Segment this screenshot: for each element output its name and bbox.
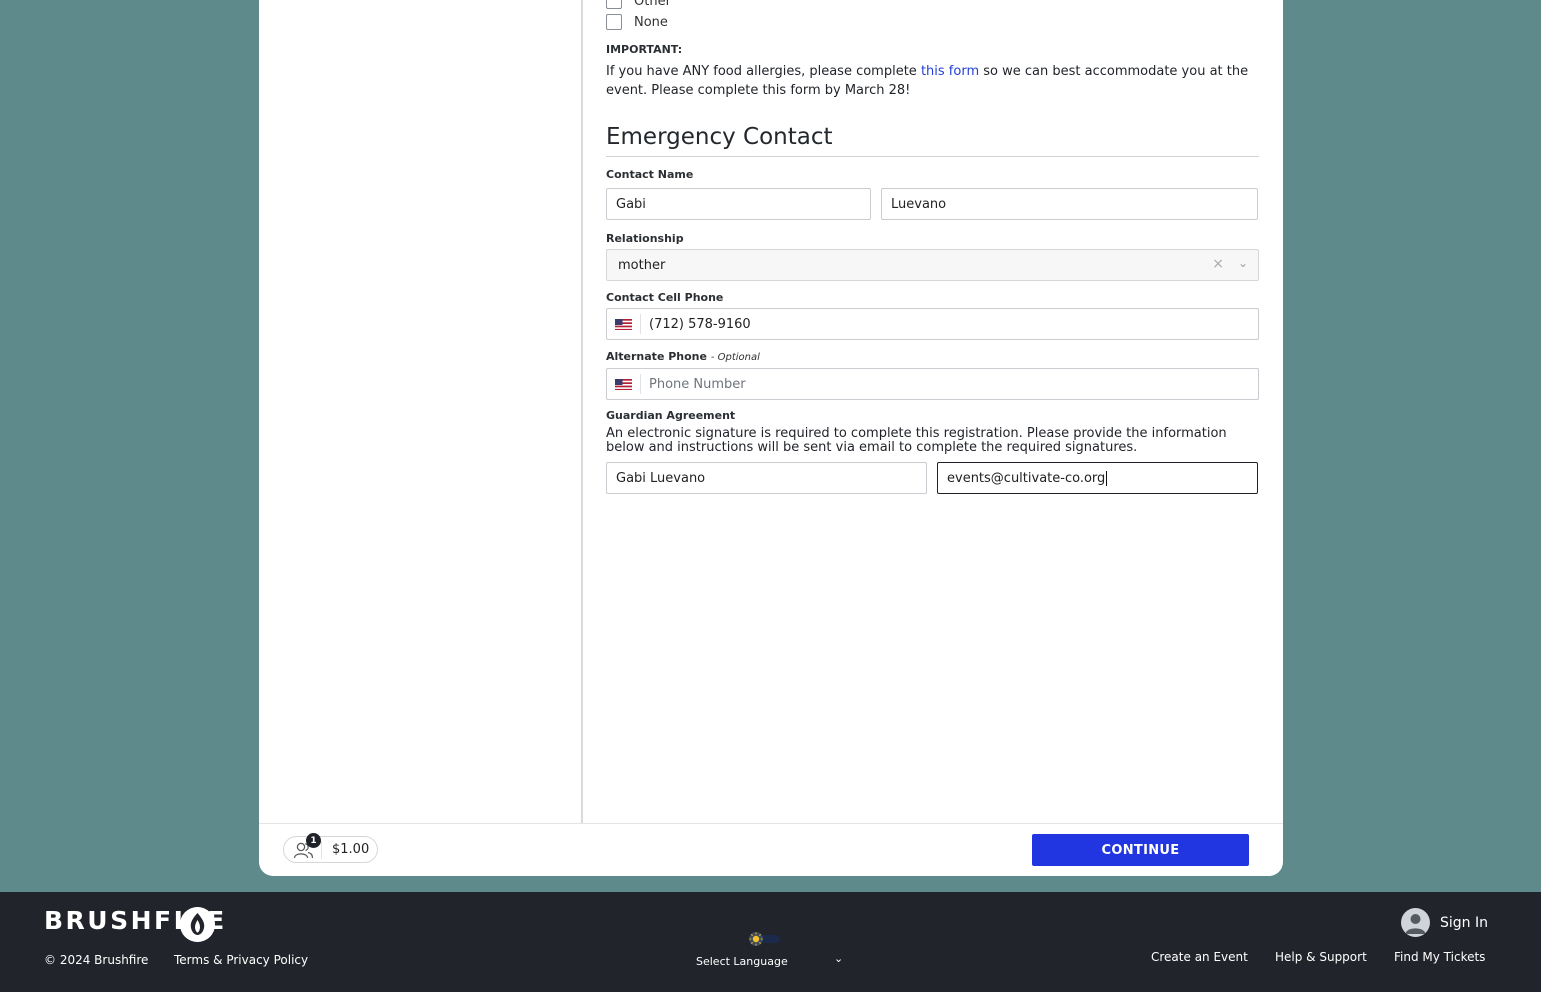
user-avatar-icon bbox=[1401, 908, 1430, 937]
cart-total: $1.00 bbox=[332, 842, 370, 857]
clear-icon[interactable]: × bbox=[1212, 256, 1224, 272]
diet-option-other[interactable]: Other bbox=[606, 0, 671, 9]
guardian-agreement-label: Guardian Agreement bbox=[606, 409, 736, 422]
cart-count-badge: 1 bbox=[306, 833, 321, 848]
allergy-form-link[interactable]: this form bbox=[921, 64, 979, 79]
contact-cell-phone-input[interactable]: (712) 578-9160 bbox=[606, 308, 1259, 340]
contact-cell-label: Contact Cell Phone bbox=[606, 291, 724, 304]
checkbox[interactable] bbox=[606, 14, 622, 30]
find-tickets-link[interactable]: Find My Tickets bbox=[1394, 950, 1485, 964]
text-caret bbox=[1106, 470, 1108, 486]
terms-link[interactable]: Terms & Privacy Policy bbox=[174, 953, 308, 967]
help-support-link[interactable]: Help & Support bbox=[1275, 950, 1367, 964]
guardian-name-input[interactable]: Gabi Luevano bbox=[606, 462, 927, 494]
divider bbox=[321, 841, 322, 859]
guardian-email-input[interactable]: events@cultivate-co.org bbox=[937, 462, 1258, 494]
contact-name-label: Contact Name bbox=[606, 168, 694, 181]
checkbox[interactable] bbox=[606, 0, 622, 9]
relationship-value: mother bbox=[618, 257, 666, 273]
language-select[interactable]: Select Language bbox=[696, 955, 788, 968]
first-name-input[interactable]: Gabi bbox=[606, 188, 871, 220]
chevron-down-icon[interactable]: ⌄ bbox=[834, 952, 843, 965]
registration-card: Other None IMPORTANT: If you have ANY fo… bbox=[259, 0, 1283, 876]
copyright-text: © 2024 Brushfire bbox=[44, 953, 149, 967]
optional-tag: - Optional bbox=[710, 352, 760, 363]
sign-in-button[interactable]: Sign In bbox=[1401, 908, 1488, 937]
create-event-link[interactable]: Create an Event bbox=[1151, 950, 1248, 964]
us-flag-icon[interactable] bbox=[607, 374, 641, 394]
section-title-emergency-contact: Emergency Contact bbox=[606, 124, 1259, 157]
chevron-down-icon[interactable]: ⌄ bbox=[1238, 256, 1248, 270]
theme-toggle-sun-icon[interactable] bbox=[747, 930, 781, 948]
notice-text: If you have ANY food allergies, please c… bbox=[606, 64, 921, 79]
left-column bbox=[259, 0, 583, 823]
important-heading: IMPORTANT: bbox=[606, 43, 683, 56]
us-flag-icon[interactable] bbox=[607, 314, 641, 334]
site-footer: BRUSHFIRE © 2024 Brushfire Terms & Priva… bbox=[0, 892, 1541, 992]
phone-value: (712) 578-9160 bbox=[649, 316, 751, 332]
allergy-notice: If you have ANY food allergies, please c… bbox=[606, 62, 1261, 100]
continue-button[interactable]: CONTINUE bbox=[1032, 834, 1249, 866]
phone-placeholder: Phone Number bbox=[649, 376, 746, 392]
checkbox-label: None bbox=[634, 14, 668, 30]
cart-summary[interactable]: 1 $1.00 bbox=[283, 833, 378, 863]
flame-icon[interactable] bbox=[180, 907, 215, 942]
relationship-select[interactable]: mother × ⌄ bbox=[606, 249, 1259, 281]
alternate-phone-input[interactable]: Phone Number bbox=[606, 368, 1259, 400]
guardian-description: An electronic signature is required to c… bbox=[606, 426, 1227, 455]
sign-in-label: Sign In bbox=[1440, 914, 1488, 931]
diet-option-none[interactable]: None bbox=[606, 14, 668, 30]
last-name-input[interactable]: Luevano bbox=[881, 188, 1258, 220]
relationship-label: Relationship bbox=[606, 232, 684, 245]
email-value: events@cultivate-co.org bbox=[947, 470, 1106, 486]
label-text: Alternate Phone bbox=[606, 350, 707, 363]
alternate-phone-label: Alternate Phone - Optional bbox=[606, 350, 760, 363]
checkout-bar: 1 $1.00 CONTINUE bbox=[259, 823, 1283, 876]
checkbox-label: Other bbox=[634, 0, 671, 9]
